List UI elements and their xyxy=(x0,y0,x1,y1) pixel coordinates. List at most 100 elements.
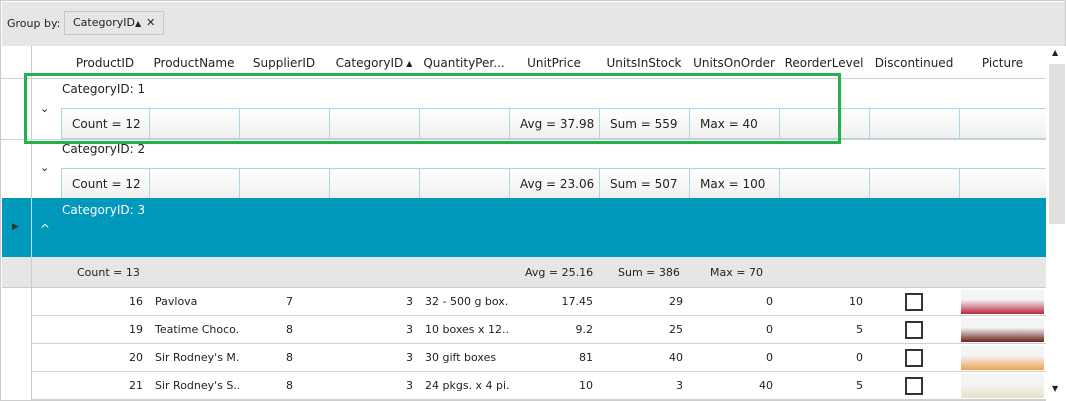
group-title: CategoryID: 1 xyxy=(62,82,146,96)
column-header-label: UnitsInStock xyxy=(606,56,682,70)
sort-asc-icon: ▲ xyxy=(134,19,142,28)
cell-discontinued xyxy=(869,372,959,399)
group-chip-categoryid[interactable]: CategoryID▲ ✕ xyxy=(64,11,165,35)
table-row[interactable]: 20 Sir Rodney's M... 8 3 30 gift boxes 81 40 0 0 xyxy=(32,344,1046,372)
group-by-label: Group by: xyxy=(7,17,61,30)
column-header-label: UnitsOnOrder xyxy=(693,56,775,70)
cell-order: 0 xyxy=(766,295,773,308)
cell-qty: 32 - 500 g box... xyxy=(425,295,509,308)
scroll-down-icon[interactable]: ▼ xyxy=(1052,384,1058,393)
cell-qty: 24 pkgs. x 4 pi... xyxy=(425,379,509,392)
column-header-label: QuantityPer... xyxy=(423,56,505,70)
column-header-label: SupplierID xyxy=(252,56,316,70)
discontinued-checkbox[interactable] xyxy=(905,320,923,339)
cell-stock: 40 xyxy=(669,351,683,364)
group-row-2[interactable]: CategoryID: 2 ⌄ Count = 12 Avg = 23.06 Sum… xyxy=(32,139,1047,199)
discontinued-checkbox[interactable] xyxy=(905,376,923,395)
summary-cell xyxy=(329,108,420,139)
cell-supplier: 8 xyxy=(286,323,293,336)
product-picture xyxy=(961,318,1044,342)
close-icon[interactable]: ✕ xyxy=(146,16,155,29)
cell-discontinued xyxy=(869,344,959,371)
column-header-discontinued[interactable]: Discontinued xyxy=(869,48,959,78)
column-header-picture[interactable]: Picture xyxy=(959,48,1046,78)
cell-reorder: 0 xyxy=(856,351,863,364)
summary-cell xyxy=(239,168,330,199)
cell-id: 20 xyxy=(129,351,143,364)
cell-id: 16 xyxy=(129,295,143,308)
group-3-summary: Count = 13 Avg = 25.16 Sum = 386 Max = 7… xyxy=(2,257,1046,288)
column-header-productid[interactable]: ProductID xyxy=(61,48,149,78)
chevron-up-icon[interactable]: ^ xyxy=(40,222,50,236)
group-title: CategoryID: 2 xyxy=(62,142,146,156)
cell-name: Sir Rodney's M... xyxy=(155,351,239,364)
column-header-label: ReorderLevel xyxy=(784,56,864,70)
group-panel: Group by: CategoryID▲ ✕ xyxy=(2,2,1065,46)
summary-cell xyxy=(869,168,960,199)
summary-cell xyxy=(779,108,870,139)
column-header-categoryid[interactable]: CategoryID ▲ xyxy=(329,48,419,78)
summary-cell xyxy=(149,108,240,139)
summary-count: Count = 13 xyxy=(77,266,140,279)
summary-cell xyxy=(239,108,330,139)
group-row-3-selected[interactable]: ▶ CategoryID: 3 ^ xyxy=(2,198,1046,257)
summary-cell: Max = 100 xyxy=(689,168,780,199)
column-header-label: UnitPrice xyxy=(527,56,581,70)
chevron-down-icon[interactable]: ⌄ xyxy=(40,161,49,174)
discontinued-checkbox[interactable] xyxy=(905,348,923,367)
summary-cell xyxy=(779,168,870,199)
cell-stock: 3 xyxy=(676,379,683,392)
cell-name: Sir Rodney's S... xyxy=(155,379,239,392)
cell-supplier: 8 xyxy=(286,379,293,392)
column-header-unitsonorder[interactable]: UnitsOnOrder xyxy=(689,48,779,78)
product-picture xyxy=(961,374,1044,398)
cell-order: 0 xyxy=(766,351,773,364)
column-header-productname[interactable]: ProductName xyxy=(149,48,239,78)
group-summary-row: Count = 12 Avg = 37.98 Sum = 559 Max = 40 xyxy=(61,108,1047,139)
chevron-down-icon[interactable]: ⌄ xyxy=(40,102,49,115)
column-header-supplierid[interactable]: SupplierID xyxy=(239,48,329,78)
column-header-quantityper[interactable]: QuantityPer... xyxy=(419,48,509,78)
column-header-reorderlevel[interactable]: ReorderLevel xyxy=(779,48,869,78)
cell-id: 21 xyxy=(129,379,143,392)
cell-discontinued xyxy=(869,288,959,315)
cell-price: 10 xyxy=(579,379,593,392)
table-row[interactable]: 19 Teatime Choco... 8 3 10 boxes x 12... 9.2 2… xyxy=(32,316,1046,344)
summary-cell xyxy=(959,108,1047,139)
cell-order: 0 xyxy=(766,323,773,336)
group-chip-label: CategoryID xyxy=(73,16,135,29)
sort-asc-icon: ▲ xyxy=(406,58,413,68)
summary-cell: Avg = 37.98 xyxy=(509,108,600,139)
cell-price: 17.45 xyxy=(561,295,594,308)
cell-reorder: 5 xyxy=(856,379,863,392)
cell-category: 3 xyxy=(406,323,413,336)
cell-category: 3 xyxy=(406,295,413,308)
summary-cell xyxy=(329,168,420,199)
cell-order: 40 xyxy=(759,379,773,392)
summary-cell xyxy=(419,168,510,199)
group-row-1[interactable]: CategoryID: 1 ⌄ Count = 12 Avg = 37.98 Sum… xyxy=(32,78,1047,139)
summary-avg: Avg = 25.16 xyxy=(525,266,594,279)
column-header-unitsinstock[interactable]: UnitsInStock xyxy=(599,48,689,78)
discontinued-checkbox[interactable] xyxy=(905,292,923,311)
group-summary-row: Count = 12 Avg = 23.06 Sum = 507 Max = 100 xyxy=(61,168,1047,199)
cell-price: 9.2 xyxy=(575,323,594,336)
scrollbar-thumb[interactable] xyxy=(1049,64,1065,224)
cell-stock: 25 xyxy=(669,323,683,336)
table-row[interactable]: 16 Pavlova 7 3 32 - 500 g box... 17.45 29 0 10 xyxy=(32,288,1046,316)
column-header-unitprice[interactable]: UnitPrice xyxy=(509,48,599,78)
cell-reorder: 5 xyxy=(856,323,863,336)
scroll-up-icon[interactable]: ▲ xyxy=(1052,48,1058,57)
cell-stock: 29 xyxy=(669,295,683,308)
table-row[interactable]: 21 Sir Rodney's S... 8 3 24 pkgs. x 4 pi... 1… xyxy=(32,372,1046,400)
summary-cell: Avg = 23.06 xyxy=(509,168,600,199)
summary-cell: Sum = 507 xyxy=(599,168,690,199)
summary-max: Max = 70 xyxy=(710,266,763,279)
column-header-label: ProductName xyxy=(153,56,235,70)
summary-cell xyxy=(959,168,1047,199)
cell-qty: 10 boxes x 12... xyxy=(425,323,509,336)
summary-cell: Max = 40 xyxy=(689,108,780,139)
vertical-scrollbar[interactable]: ▲ ▼ xyxy=(1046,46,1066,401)
product-picture xyxy=(961,290,1044,314)
cell-supplier: 7 xyxy=(286,295,293,308)
